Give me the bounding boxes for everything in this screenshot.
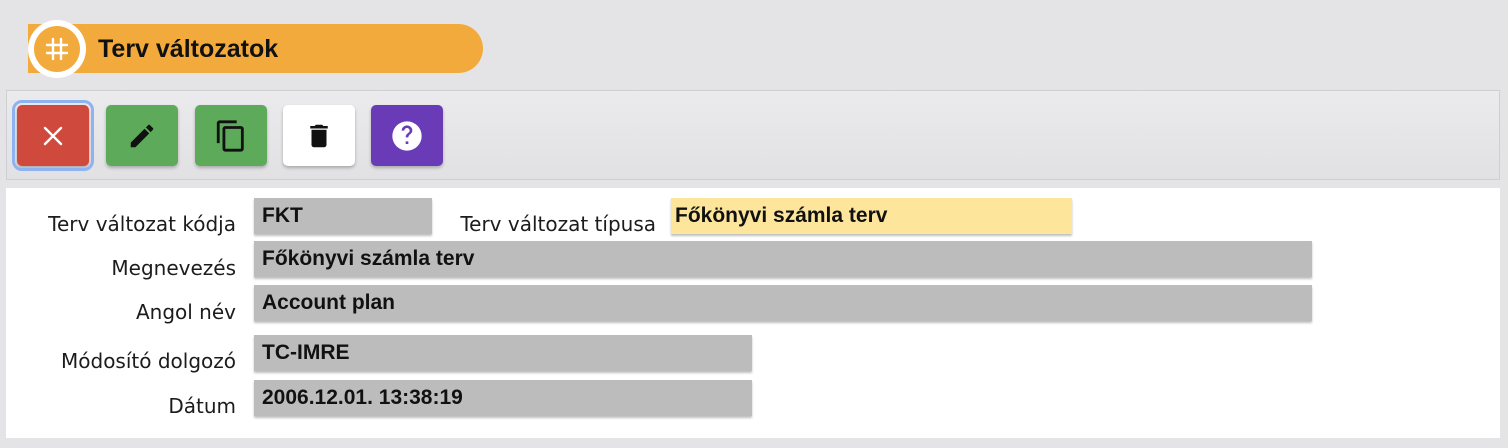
date-label: Dátum [168, 394, 236, 418]
form-panel: Terv változat kódja FKT Terv változat tí… [6, 188, 1500, 438]
hash-icon [28, 20, 86, 78]
copy-button[interactable] [195, 105, 267, 166]
plan-type-field[interactable]: Főkönyvi számla terv [671, 198, 1072, 234]
page: Terv változatok Terv változat kódja FKT … [0, 0, 1508, 448]
date-field[interactable]: 2006.12.01. 13:38:19 [254, 380, 752, 416]
plan-code-field[interactable]: FKT [254, 198, 432, 234]
close-icon [43, 126, 63, 145]
plan-code-label: Terv változat kódja [48, 212, 236, 236]
english-name-label: Angol név [135, 300, 236, 324]
delete-button[interactable] [283, 105, 355, 166]
name-field[interactable]: Főkönyvi számla terv [254, 241, 1312, 277]
copy-icon [216, 119, 244, 152]
close-button[interactable] [12, 100, 94, 171]
plan-type-label: Terv változat típusa [460, 212, 656, 236]
help-button[interactable] [371, 105, 443, 166]
modifier-label: Módosító dolgozó [61, 349, 236, 373]
name-label: Megnevezés [111, 256, 236, 280]
trash-icon [310, 124, 328, 147]
english-name-field[interactable]: Account plan [254, 285, 1312, 321]
toolbar [6, 90, 1500, 180]
page-title: Terv változatok [98, 35, 279, 63]
modifier-field[interactable]: TC-IMRE [254, 335, 752, 371]
pencil-icon [130, 124, 154, 147]
edit-button[interactable] [106, 105, 178, 166]
help-icon [392, 120, 422, 151]
